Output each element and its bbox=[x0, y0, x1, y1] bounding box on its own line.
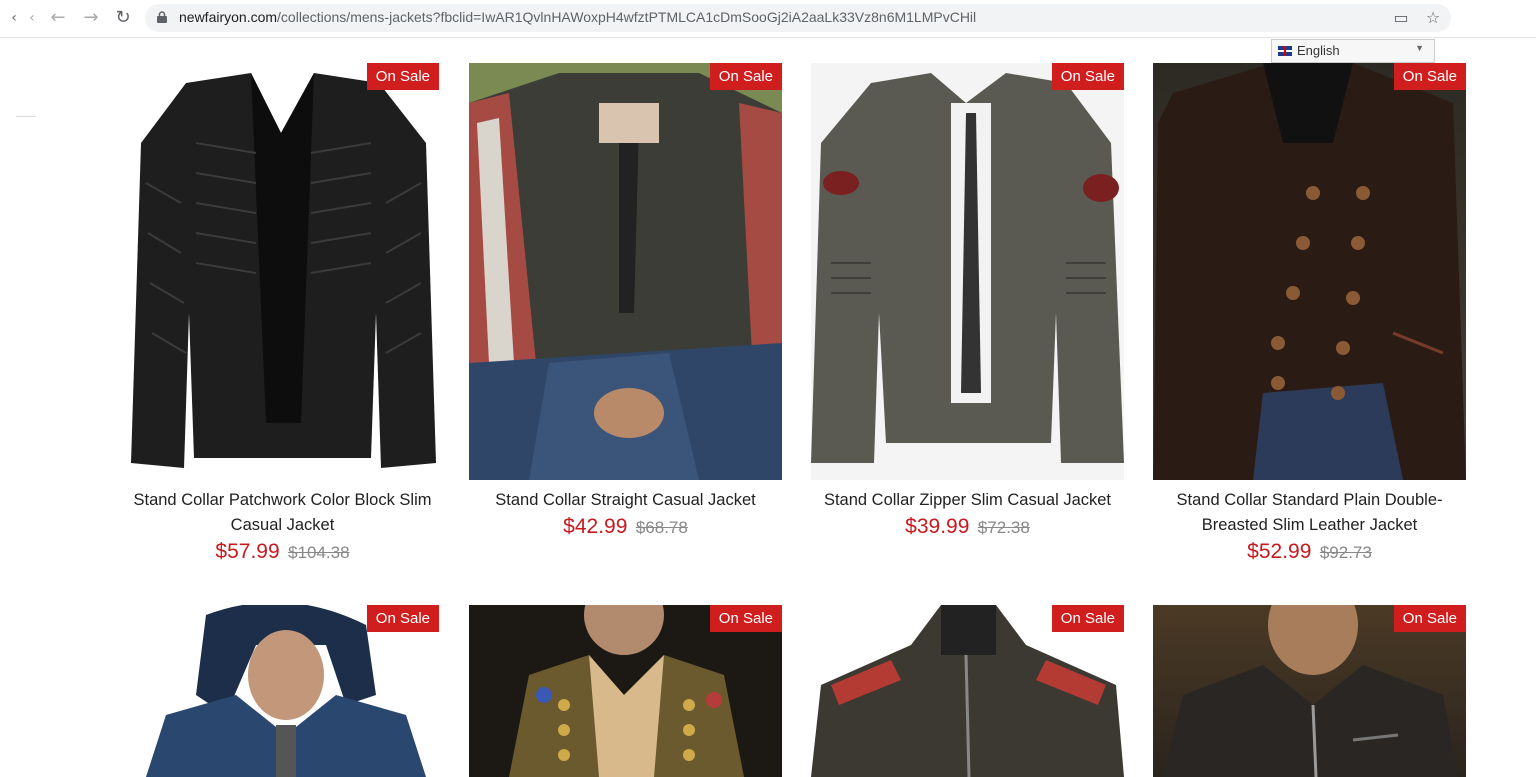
product-image[interactable]: On Sale bbox=[811, 63, 1124, 480]
forward-button[interactable]: → bbox=[79, 6, 103, 30]
language-select[interactable]: English ▼ bbox=[1271, 39, 1435, 63]
product-title[interactable]: Stand Collar Zipper Slim Casual Jacket bbox=[811, 488, 1124, 513]
product-title[interactable]: Stand Collar Straight Casual Jacket bbox=[469, 488, 782, 513]
lock-icon bbox=[157, 11, 167, 23]
reload-button[interactable]: ↻ bbox=[111, 6, 135, 30]
sale-badge: On Sale bbox=[709, 605, 782, 632]
browser-toolbar: ‹ ‹ ← → ↻ newfairyon.com/collections/men… bbox=[0, 0, 1536, 38]
product-image[interactable]: On Sale bbox=[1153, 63, 1466, 480]
sale-badge: On Sale bbox=[709, 63, 782, 90]
bookmark-star-icon[interactable]: ☆ bbox=[1423, 8, 1443, 28]
product-prices: $39.99 $72.38 bbox=[811, 515, 1124, 539]
divider bbox=[16, 116, 36, 117]
product-image[interactable]: On Sale bbox=[469, 605, 782, 777]
cast-icon[interactable]: ▭ bbox=[1391, 8, 1411, 28]
language-value: English bbox=[1297, 43, 1340, 58]
sale-badge: On Sale bbox=[1393, 605, 1466, 632]
product-card[interactable]: On Sale bbox=[469, 605, 782, 777]
original-price: $104.38 bbox=[288, 543, 350, 562]
product-image[interactable]: On Sale bbox=[811, 605, 1124, 777]
uk-flag-icon bbox=[1278, 46, 1292, 56]
product-card[interactable]: On Sale bbox=[811, 605, 1124, 777]
tab-scroll-left-icon-2[interactable]: ‹ bbox=[20, 6, 44, 30]
sale-price: $52.99 bbox=[1247, 540, 1312, 563]
url-path: /collections/mens-jackets?fbclid=IwAR1Qv… bbox=[277, 9, 977, 25]
url-text: newfairyon.com/collections/mens-jackets?… bbox=[179, 9, 976, 25]
back-button[interactable]: ← bbox=[46, 6, 70, 30]
sale-price: $42.99 bbox=[563, 515, 628, 538]
product-image[interactable]: On Sale bbox=[126, 63, 439, 480]
product-card[interactable]: On Sale Stand Collar Patchwork Color Blo… bbox=[126, 63, 439, 564]
sale-badge: On Sale bbox=[366, 605, 439, 632]
address-bar[interactable]: newfairyon.com/collections/mens-jackets?… bbox=[145, 4, 1451, 32]
product-prices: $42.99 $68.78 bbox=[469, 515, 782, 539]
sale-badge: On Sale bbox=[1051, 63, 1124, 90]
original-price: $92.73 bbox=[1319, 543, 1372, 562]
product-title[interactable]: Stand Collar Standard Plain Double-Breas… bbox=[1153, 488, 1466, 538]
chevron-down-icon: ▼ bbox=[1415, 43, 1424, 53]
product-image[interactable]: On Sale bbox=[1153, 605, 1466, 777]
url-host: newfairyon.com bbox=[179, 9, 278, 25]
product-card[interactable]: On Sale bbox=[1153, 605, 1466, 777]
product-image[interactable]: On Sale bbox=[469, 63, 782, 480]
product-card[interactable]: On Sale Stand Collar Standard Plain Doub… bbox=[1153, 63, 1466, 564]
sale-badge: On Sale bbox=[1051, 605, 1124, 632]
original-price: $68.78 bbox=[635, 518, 688, 537]
sale-badge: On Sale bbox=[366, 63, 439, 90]
product-card[interactable]: On Sale Stand Collar Straight Casual Jac… bbox=[469, 63, 782, 539]
product-prices: $52.99 $92.73 bbox=[1153, 540, 1466, 564]
product-card[interactable]: On Sale Stand Collar Zipper Slim Casual … bbox=[811, 63, 1124, 539]
product-card[interactable]: On Sale bbox=[126, 605, 439, 777]
product-title[interactable]: Stand Collar Patchwork Color Block Slim … bbox=[126, 488, 439, 538]
product-prices: $57.99 $104.38 bbox=[126, 540, 439, 564]
sale-price: $57.99 bbox=[215, 540, 280, 563]
original-price: $72.38 bbox=[977, 518, 1030, 537]
sale-price: $39.99 bbox=[905, 515, 970, 538]
product-image[interactable]: On Sale bbox=[126, 605, 439, 777]
sale-badge: On Sale bbox=[1393, 63, 1466, 90]
